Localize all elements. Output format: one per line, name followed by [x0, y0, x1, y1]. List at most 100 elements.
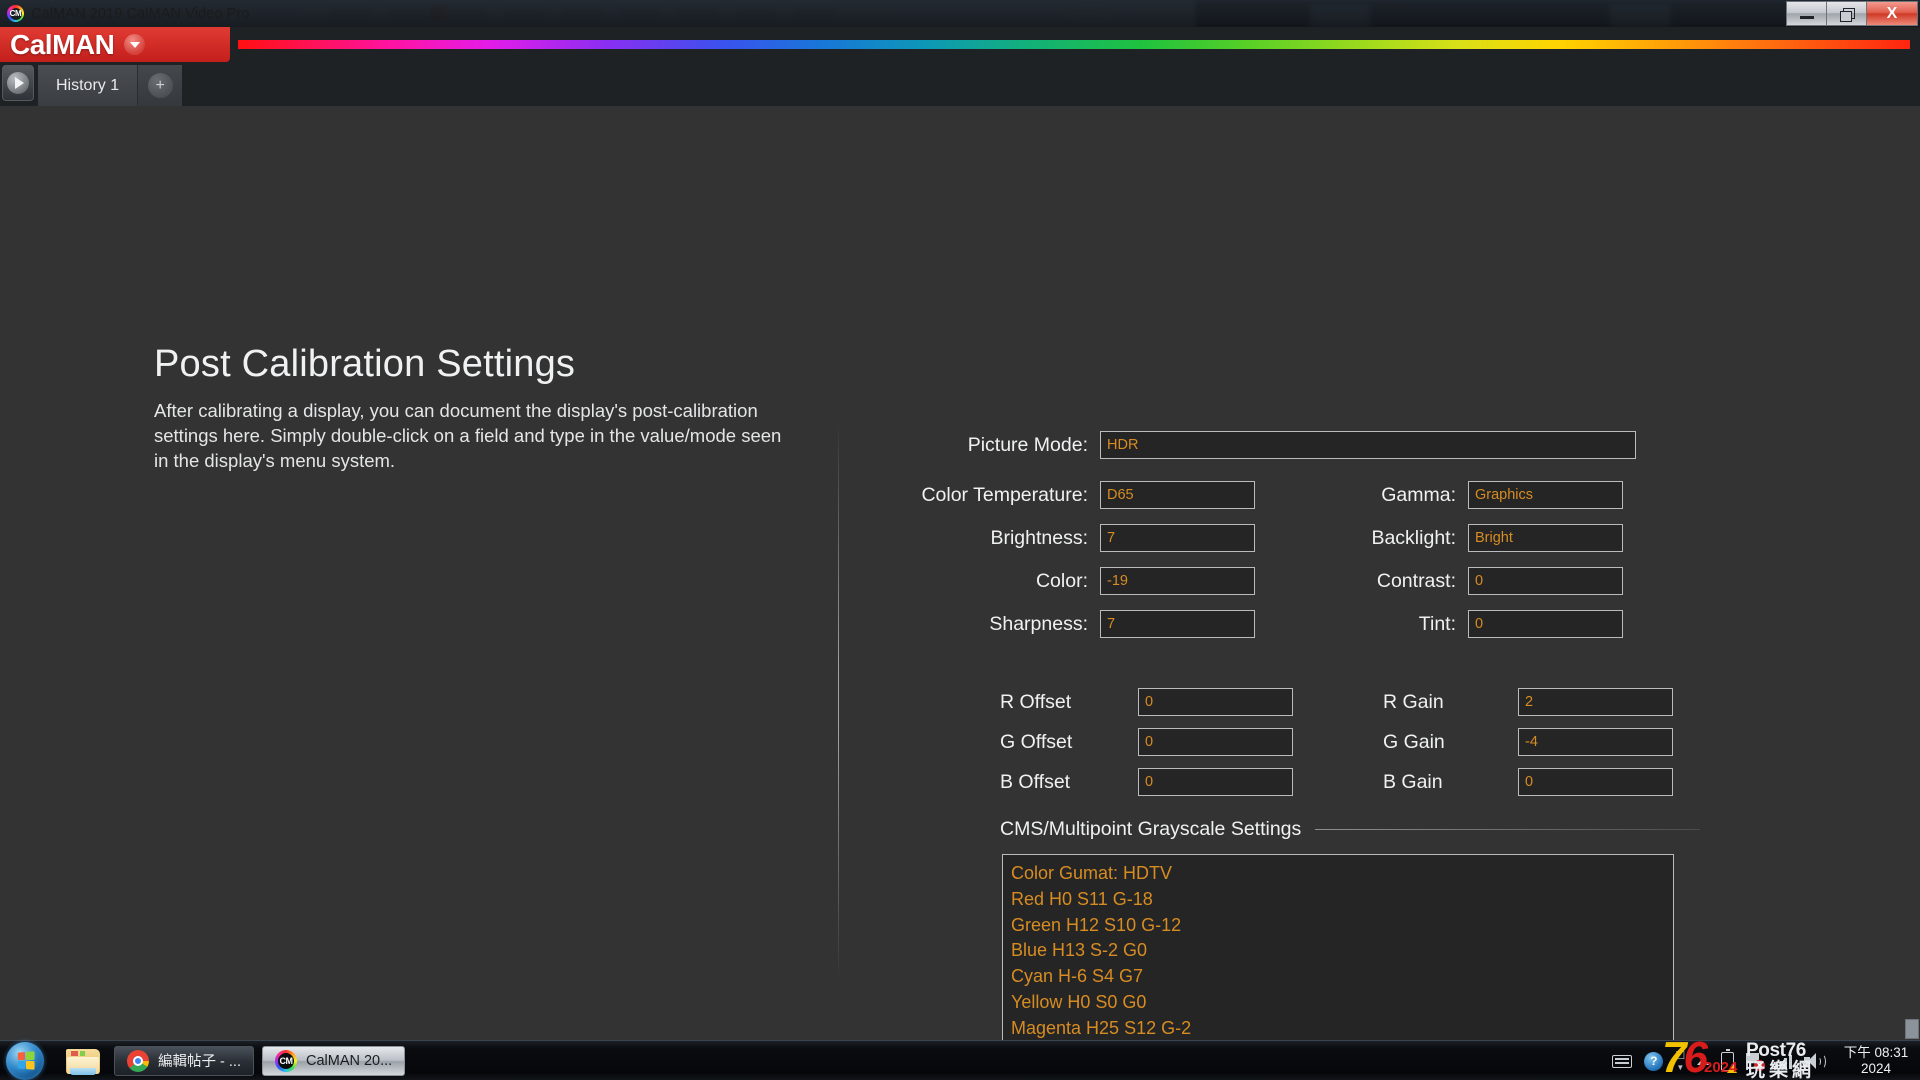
flag-error-icon[interactable]: ✖ [1746, 1052, 1766, 1071]
folder-icon[interactable] [66, 1047, 100, 1075]
taskbar-clock[interactable]: 下午 08:31 2024 [1838, 1045, 1914, 1077]
b-offset-label: B Offset [1000, 770, 1071, 793]
spectrum-bar [238, 40, 1910, 49]
contrast-label: Contrast: [1376, 569, 1456, 592]
system-tray: ? ☐ ▼ ✖ 下午 08:31 2024 [1612, 1041, 1920, 1080]
r-gain-input[interactable]: 2 [1518, 688, 1673, 716]
calman-rainbow-icon: CM [274, 1049, 297, 1072]
g-offset-label: G Offset [1000, 730, 1073, 753]
color-temperature-label: Color Temperature: [921, 483, 1088, 506]
tint-label: Tint: [1418, 612, 1456, 635]
cms-line: Red H0 S11 G-18 [1011, 888, 1153, 909]
cms-line: Color Gumat: HDTV [1011, 863, 1173, 883]
clock-time: 下午 08:31 [1843, 1045, 1909, 1060]
picture-mode-input[interactable]: HDR [1100, 431, 1636, 459]
brand-bar: CalMAN [0, 27, 1920, 62]
chevron-up-icon[interactable] [1697, 1057, 1710, 1065]
scrollbar-thumb[interactable] [1905, 1019, 1919, 1039]
add-tab-button[interactable]: + [138, 65, 183, 106]
page-description: After calibrating a display, you can doc… [154, 399, 782, 471]
brightness-label: Brightness: [990, 526, 1088, 549]
battery-warning-icon[interactable] [1721, 1048, 1738, 1073]
plus-icon: + [147, 73, 173, 98]
signal-bars-icon[interactable] [1775, 1053, 1792, 1069]
b-gain-input[interactable]: 0 [1518, 768, 1673, 796]
color-temperature-row: Color Temperature: D65 Gamma: Graphics [880, 481, 1700, 509]
cms-textarea[interactable]: Color Gumat: HDTV Red H0 S11 G-18 Green … [1002, 854, 1674, 1059]
cms-heading: CMS/Multipoint Grayscale Settings [1000, 818, 1302, 840]
quick-launch [66, 1047, 100, 1075]
r-gain-label: R Gain [1383, 690, 1444, 713]
g-gain-label: G Gain [1383, 730, 1445, 753]
contrast-input[interactable]: 0 [1468, 567, 1623, 595]
tab-strip: History 1 + Simulated Meter Simulated [0, 62, 1920, 160]
chrome-icon [127, 1049, 149, 1072]
taskbar-item-label: CalMAN 20... [305, 1052, 393, 1069]
g-row: G Offset 0 G Gain -4 [1000, 728, 1700, 756]
color-input[interactable]: -19 [1100, 567, 1255, 595]
brightness-input[interactable]: 7 [1100, 524, 1255, 552]
brightness-row: Brightness: 7 Backlight: Bright [880, 524, 1700, 552]
r-row: R Offset 0 R Gain 2 [1000, 688, 1700, 716]
g-gain-input[interactable]: -4 [1518, 728, 1673, 756]
clock-date: 2024 [1860, 1061, 1892, 1076]
restore-button[interactable] [1826, 1, 1866, 26]
session-tabs: History 1 + [38, 65, 183, 106]
sharpness-input[interactable]: 7 [1100, 610, 1255, 638]
play-icon [7, 72, 29, 94]
screen: CM CalMAN 2019 CalMAN Video Pro X CalMAN [0, 0, 1920, 1080]
cms-section-header: CMS/Multipoint Grayscale Settings [1000, 818, 1700, 841]
color-label: Color: [1035, 569, 1088, 592]
backlight-input[interactable]: Bright [1468, 524, 1623, 552]
r-offset-input[interactable]: 0 [1138, 688, 1293, 716]
cms-line: Cyan H-6 S4 G7 [1011, 966, 1144, 987]
gamma-input[interactable]: Graphics [1468, 481, 1623, 509]
minimize-button[interactable] [1786, 1, 1826, 26]
cms-line: Yellow H0 S0 G0 [1011, 991, 1147, 1012]
intro-block: Post Calibration Settings After calibrat… [154, 343, 794, 473]
backlight-label: Backlight: [1371, 526, 1456, 549]
windows-taskbar: 編輯帖子 - ... CM CalMAN 20... ? ☐ ▼ ✖ 下午 08… [0, 1036, 1920, 1080]
window-controls: X [1786, 0, 1920, 27]
start-button[interactable] [6, 1041, 44, 1080]
taskbar-item-calman[interactable]: CM CalMAN 20... [261, 1045, 406, 1076]
window-title: CalMAN 2019 CalMAN Video Pro [31, 5, 250, 22]
cms-line: Magenta H25 S12 G-2 [1011, 1017, 1192, 1038]
ime-toggle-icon[interactable]: ☐ ▼ [1675, 1050, 1685, 1072]
color-temperature-input[interactable]: D65 [1100, 481, 1255, 509]
tint-input[interactable]: 0 [1468, 610, 1623, 638]
window-titlebar: CM CalMAN 2019 CalMAN Video Pro X [0, 0, 1920, 27]
close-button[interactable]: X [1866, 1, 1918, 26]
run-button[interactable] [2, 65, 34, 101]
calman-brand-menu[interactable]: CalMAN [0, 27, 230, 62]
main-content: Post Calibration Settings After calibrat… [0, 106, 1920, 1059]
page-title: Post Calibration Settings [154, 343, 576, 385]
b-gain-label: B Gain [1383, 770, 1443, 793]
settings-form: Picture Mode: HDR Color Temperature: D65… [880, 431, 1700, 647]
taskbar-item-chrome[interactable]: 編輯帖子 - ... [114, 1045, 254, 1076]
b-offset-input[interactable]: 0 [1138, 768, 1293, 796]
g-offset-input[interactable]: 0 [1138, 728, 1293, 756]
gamma-label: Gamma: [1381, 483, 1456, 506]
cms-line: Green H12 S10 G-12 [1011, 914, 1182, 935]
cms-line: Blue H13 S-2 G0 [1011, 940, 1148, 961]
calman-app-window: CM CalMAN 2019 CalMAN Video Pro X CalMAN [0, 0, 1920, 1059]
windows-logo-icon [17, 1051, 35, 1070]
help-icon[interactable]: ? [1644, 1051, 1664, 1071]
picture-mode-label: Picture Mode: [967, 433, 1088, 456]
vertical-divider [838, 421, 839, 981]
speaker-icon[interactable] [1804, 1052, 1826, 1070]
caret-down-icon[interactable] [124, 34, 146, 55]
brand-wordmark: CalMAN [10, 28, 115, 60]
calman-rainbow-icon: CM [7, 5, 24, 22]
b-row: B Offset 0 B Gain 0 [1000, 768, 1700, 796]
offset-gain-grid: R Offset 0 R Gain 2 G Offset 0 G Gain -4… [1000, 688, 1700, 808]
taskbar-item-label: 編輯帖子 - ... [158, 1054, 241, 1070]
picture-mode-row: Picture Mode: HDR [880, 431, 1700, 459]
sharpness-row: Sharpness: 7 Tint: 0 [880, 610, 1700, 638]
cms-divider [1315, 829, 1700, 830]
r-offset-label: R Offset [1000, 690, 1072, 713]
tab-history-1[interactable]: History 1 [38, 65, 139, 106]
keyboard-icon[interactable] [1612, 1054, 1633, 1068]
sharpness-label: Sharpness: [989, 612, 1088, 635]
